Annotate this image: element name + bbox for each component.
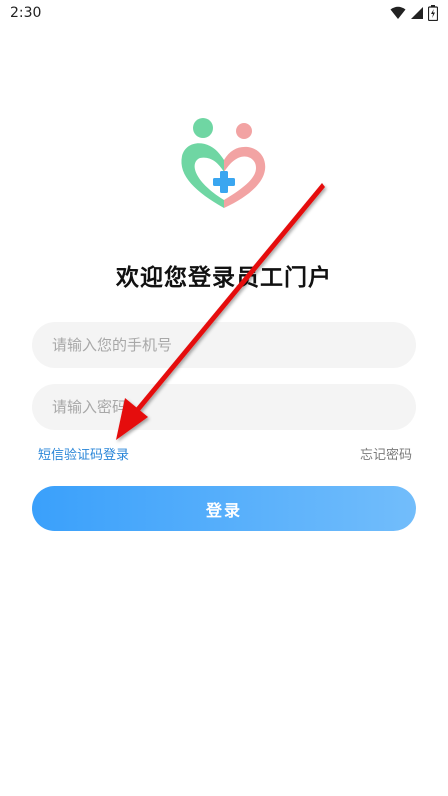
heart-care-logo	[181, 118, 266, 208]
sms-login-link[interactable]: 短信验证码登录	[38, 444, 129, 463]
status-bar: 2:30	[0, 0, 448, 26]
battery-icon	[428, 5, 438, 21]
forgot-password-link[interactable]: 忘记密码	[360, 444, 412, 463]
password-input[interactable]	[32, 384, 416, 430]
page-title: 欢迎您登录员工门户	[116, 265, 332, 291]
status-time: 2:30	[10, 5, 42, 21]
status-icons	[390, 5, 438, 21]
phone-input[interactable]	[32, 322, 416, 368]
signal-icon	[411, 7, 423, 19]
wifi-icon	[390, 6, 406, 19]
login-button[interactable]: 登录	[32, 486, 416, 531]
